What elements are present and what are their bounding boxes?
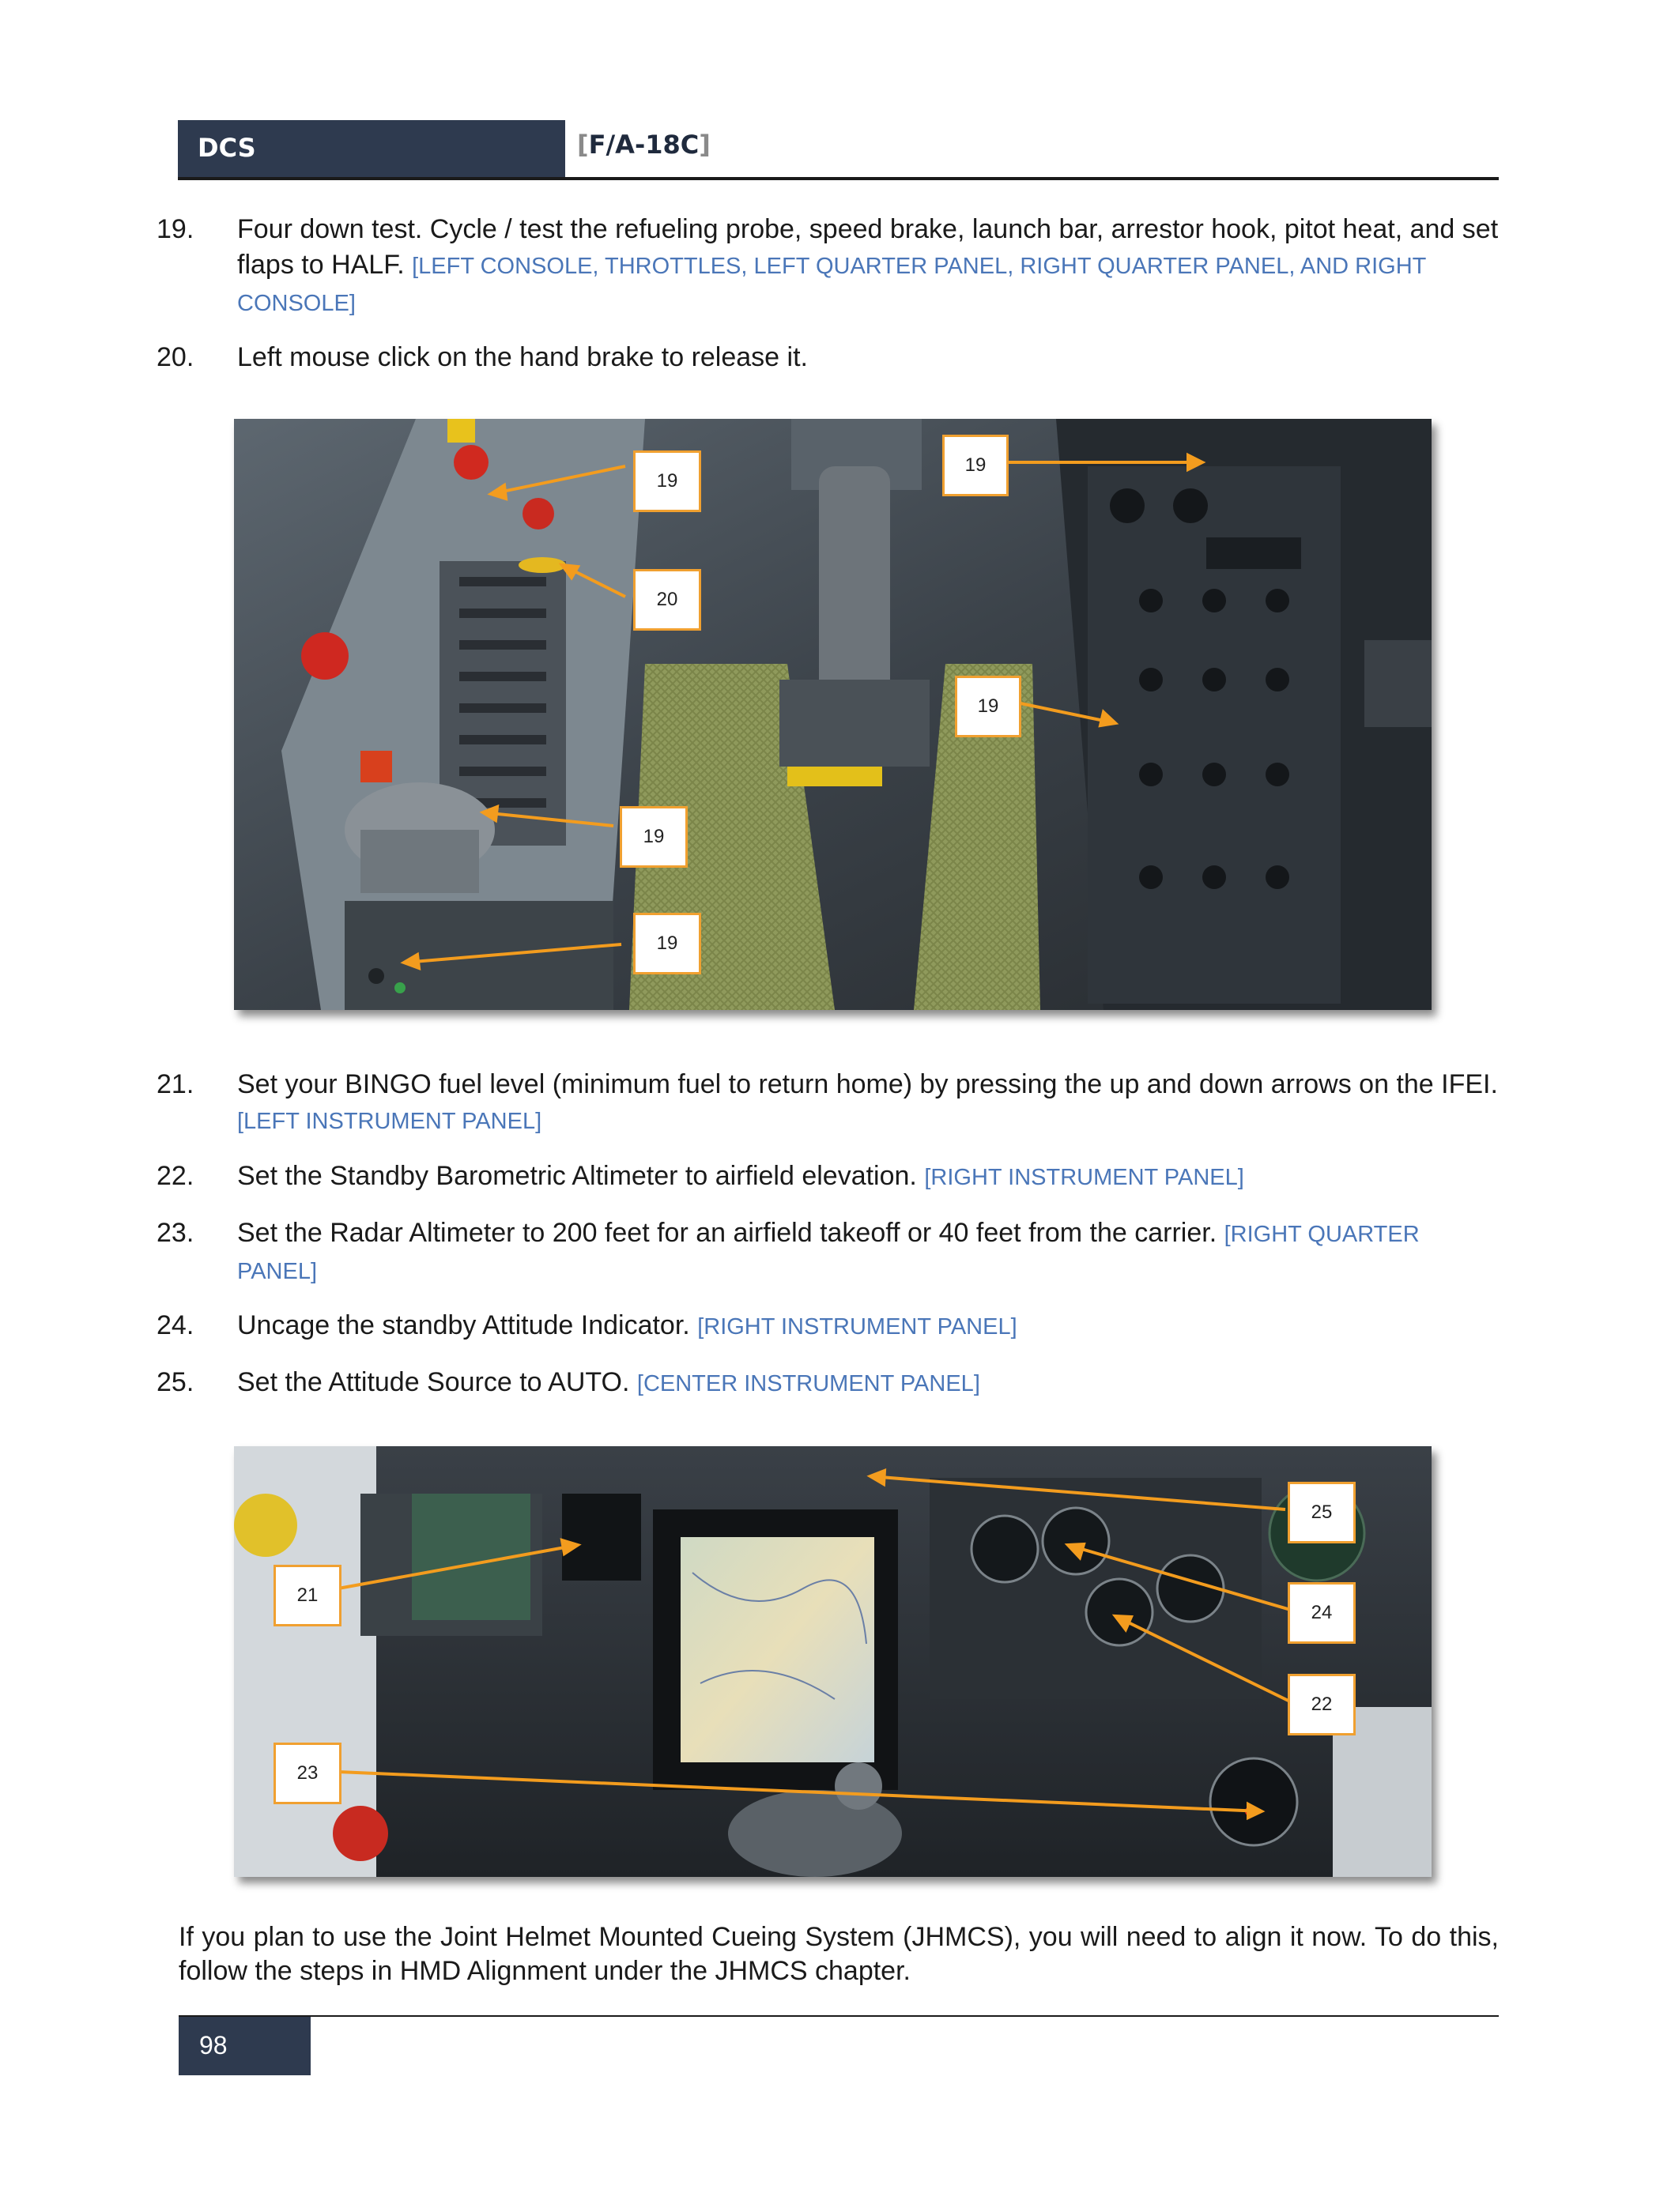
step-text: Set the Attitude Source to AUTO.	[237, 1367, 630, 1397]
callout-19: 19	[620, 806, 688, 868]
step-number: 21.	[157, 1069, 194, 1099]
page-number-box: 98	[179, 2017, 311, 2075]
callout-22: 22	[1288, 1674, 1356, 1735]
step-number: 20.	[157, 342, 194, 372]
title-bracket-open: [	[577, 130, 589, 160]
title-bracket-close: ]	[699, 130, 711, 160]
callout-19: 19	[955, 676, 1021, 737]
step-number: 19.	[157, 214, 194, 244]
callout-19: 19	[633, 450, 701, 512]
cockpit-console-photo: 19 20 19 19 19 19	[234, 419, 1432, 1010]
step-panel-reference: [RIGHT INSTRUMENT PANEL]	[924, 1165, 1244, 1190]
step-text: Uncage the standby Attitude Indicator.	[237, 1310, 690, 1340]
step-25: 25. Set the Attitude Source to AUTO. [CE…	[157, 1365, 1502, 1402]
page-number: 98	[199, 2031, 228, 2059]
instrument-panel-photo: 25 21 24 22 23	[234, 1446, 1432, 1877]
footer-divider	[179, 2015, 1499, 2017]
cockpit-console-illustration	[234, 419, 1432, 1010]
step-24: 24. Uncage the standby Attitude Indicato…	[157, 1308, 1502, 1345]
step-number: 25.	[157, 1367, 194, 1397]
jhmcs-note-paragraph: If you plan to use the Joint Helmet Moun…	[179, 1922, 1499, 1986]
step-text: Left mouse click on the hand brake to re…	[237, 342, 808, 372]
step-panel-reference: [LEFT INSTRUMENT PANEL]	[237, 1109, 542, 1134]
callout-19: 19	[942, 435, 1009, 496]
step-panel-reference: [LEFT CONSOLE, THROTTLES, LEFT QUARTER P…	[237, 254, 1426, 316]
callout-24: 24	[1288, 1582, 1356, 1644]
step-number: 22.	[157, 1161, 194, 1191]
callout-20: 20	[633, 569, 701, 631]
callout-19: 19	[633, 913, 701, 974]
step-22: 22. Set the Standby Barometric Altimeter…	[157, 1159, 1502, 1196]
instrument-panel-illustration	[234, 1446, 1432, 1877]
document-title-text: F/A-18C	[588, 130, 700, 160]
header-brand-label: DCS	[198, 133, 256, 163]
step-text: Set your BINGO fuel level (minimum fuel …	[237, 1069, 1498, 1099]
callout-25: 25	[1288, 1482, 1356, 1543]
step-number: 24.	[157, 1310, 194, 1340]
step-21: 21. Set your BINGO fuel level (minimum f…	[157, 1067, 1502, 1140]
step-number: 23.	[157, 1218, 194, 1248]
step-19: 19. Four down test. Cycle / test the ref…	[157, 212, 1502, 322]
step-20: 20. Left mouse click on the hand brake t…	[157, 340, 1502, 375]
callout-21: 21	[274, 1565, 341, 1626]
document-title: [F/A-18C]	[577, 130, 711, 160]
step-panel-reference: [CENTER INSTRUMENT PANEL]	[636, 1371, 980, 1396]
step-23: 23. Set the Radar Altimeter to 200 feet …	[157, 1215, 1502, 1290]
step-text: Set the Radar Altimeter to 200 feet for …	[237, 1218, 1217, 1248]
header-brand-box: DCS	[178, 120, 565, 179]
callout-23: 23	[274, 1743, 341, 1804]
header-divider	[178, 177, 1499, 180]
step-panel-reference: [RIGHT INSTRUMENT PANEL]	[697, 1314, 1017, 1340]
step-text: Set the Standby Barometric Altimeter to …	[237, 1161, 917, 1191]
